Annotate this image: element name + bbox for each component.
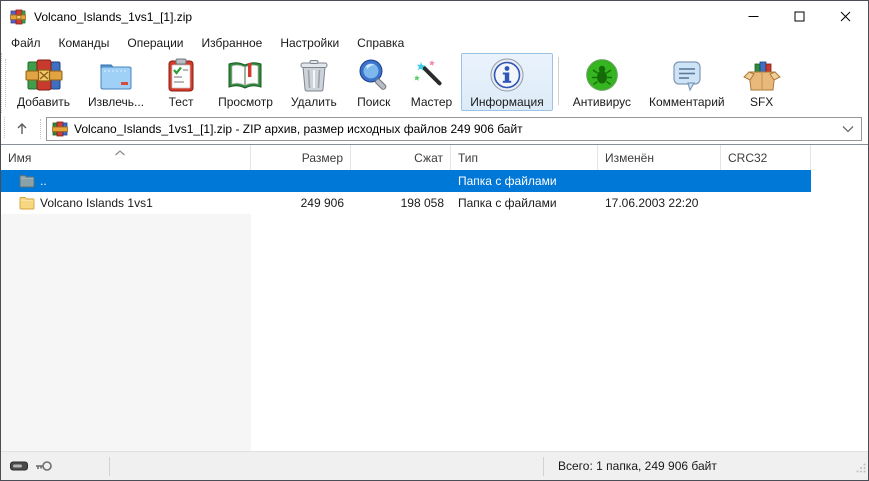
row-type: Папка с файлами [458,196,557,210]
folder-icon [19,195,35,211]
antivirus-bug-icon [583,56,621,94]
status-bar: Всего: 1 папка, 249 906 байт [1,451,868,480]
minimize-button[interactable] [730,1,776,32]
row-crc32 [721,192,811,214]
menu-options[interactable]: Настройки [271,34,348,52]
statusbar-icons [1,460,109,472]
test-button[interactable]: Тест [153,53,209,111]
table-row-parent-dir[interactable]: .. Папка с файлами [1,170,811,192]
list-header: Имя Размер Сжат Тип Изменён CRC32 [1,145,811,170]
info-button-label: Информация [470,95,544,109]
sorted-column-shade [1,214,251,451]
table-row-folder[interactable]: Volcano Islands 1vs1 249 906 198 058 Пап… [1,192,811,214]
test-clipboard-icon [162,56,200,94]
archive-path-combobox[interactable]: Volcano_Islands_1vs1_[1].zip - ZIP архив… [46,116,862,141]
delete-button[interactable]: Удалить [282,53,346,111]
title-bar: Volcano_Islands_1vs1_[1].zip [1,1,868,32]
toolbar-separator [557,57,559,105]
band-gripper [40,118,41,139]
row-size [251,170,351,192]
toolbar: Добавить Извлечь... Тест Просмотр Удалит… [1,53,868,113]
key-icon[interactable] [35,460,52,472]
search-button[interactable]: Поиск [346,53,402,111]
menu-help[interactable]: Справка [348,34,413,52]
sfx-button-label: SFX [749,95,774,109]
column-header-crc32[interactable]: CRC32 [721,145,811,170]
sfx-button[interactable]: SFX [734,53,790,111]
winrar-archive-icon [52,121,68,137]
chevron-down-icon[interactable] [839,120,857,138]
view-button[interactable]: Просмотр [209,53,282,111]
row-crc32 [721,170,811,192]
delete-button-label: Удалить [290,95,337,109]
folder-up-icon [19,173,35,189]
delete-trash-icon [295,56,333,94]
menu-commands[interactable]: Команды [50,34,119,52]
comment-bubble-icon [668,56,706,94]
menu-favorites[interactable]: Избранное [193,34,272,52]
column-header-type[interactable]: Тип [451,145,598,170]
wizard-wand-icon [412,56,450,94]
row-size: 249 906 [300,196,344,210]
up-directory-button[interactable] [7,117,37,141]
wizard-button-label: Мастер [410,95,453,109]
close-button[interactable] [822,1,868,32]
view-button-label: Просмотр [218,95,273,109]
arrow-up-icon [17,122,27,134]
comment-button-label: Комментарий [649,95,725,109]
wizard-button[interactable]: Мастер [402,53,462,111]
row-packed [351,170,451,192]
add-button-label: Добавить [17,95,71,109]
add-archive-icon [25,56,63,94]
menu-operations[interactable]: Операции [118,34,192,52]
window-title: Volcano_Islands_1vs1_[1].zip [34,9,193,24]
info-button[interactable]: Информация [461,53,553,111]
extract-button[interactable]: Извлечь... [79,53,153,111]
resize-grip-icon[interactable] [856,460,866,478]
antivirus-button[interactable]: Антивирус [564,53,640,111]
column-header-size[interactable]: Размер [251,145,351,170]
row-modified: 17.06.2003 22:20 [605,196,699,210]
winrar-archive-icon [10,9,26,25]
sort-ascending-icon [114,145,126,159]
list-empty-area [1,214,868,451]
extract-folder-icon [97,56,135,94]
row-name: Volcano Islands 1vs1 [40,196,153,210]
add-button[interactable]: Добавить [8,53,79,111]
archive-path-text: Volcano_Islands_1vs1_[1].zip - ZIP архив… [74,121,523,136]
disk-icon[interactable] [10,460,28,472]
window-controls [730,1,868,32]
sfx-box-icon [742,56,781,94]
extract-button-label: Извлечь... [88,95,145,109]
row-name: .. [40,174,47,188]
antivirus-button-label: Антивирус [572,95,632,109]
menu-file[interactable]: Файл [1,34,50,52]
row-packed: 198 058 [400,196,444,210]
row-type: Папка с файлами [458,174,557,188]
column-header-packed[interactable]: Сжат [351,145,451,170]
row-modified [598,170,721,192]
winrar-window: Volcano_Islands_1vs1_[1].zip Файл Команд… [0,0,869,481]
comment-button[interactable]: Комментарий [640,53,734,111]
file-list: Имя Размер Сжат Тип Изменён CRC32 .. Пап… [1,144,868,451]
search-button-label: Поиск [357,95,391,109]
column-header-name[interactable]: Имя [1,145,251,170]
column-header-modified[interactable]: Изменён [598,145,721,170]
info-circle-icon [488,56,526,94]
view-book-icon [226,56,264,94]
statusbar-separator [109,456,110,476]
search-magnifier-icon [355,56,393,94]
maximize-button[interactable] [776,1,822,32]
test-button-label: Тест [168,95,194,109]
statusbar-totals: Всего: 1 папка, 249 906 байт [558,459,717,473]
address-band: Volcano_Islands_1vs1_[1].zip - ZIP архив… [1,113,868,144]
menu-bar: Файл Команды Операции Избранное Настройк… [1,32,868,53]
